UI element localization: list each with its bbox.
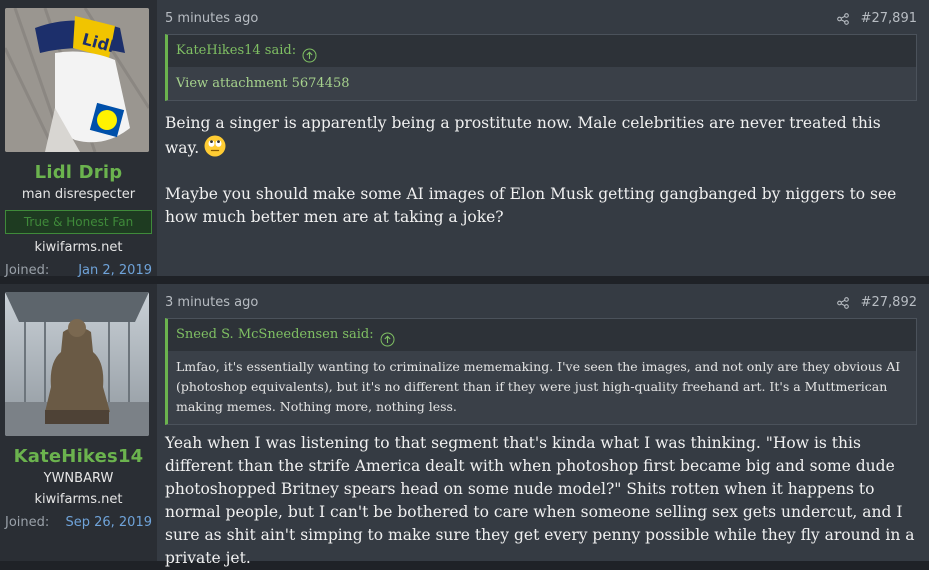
post-number[interactable]: #27,891	[861, 11, 917, 26]
post: Lidl Lidl Drip man disrespecter True & H…	[0, 0, 929, 278]
message-body: Yeah when I was listening to that segmen…	[165, 434, 915, 567]
quote-author[interactable]: Sneed S. McSneedensen said:	[176, 319, 374, 351]
message-paragraph: Maybe you should make some AI images of …	[165, 185, 897, 226]
quote-up-arrow-icon[interactable]	[302, 44, 317, 62]
user-sidebar: Lidl Lidl Drip man disrespecter True & H…	[0, 0, 157, 278]
user-title: YWNBARW	[43, 471, 114, 486]
joined-label: Joined:	[5, 515, 50, 530]
post-content: 5 minutes ago #27,891 KateHikes14 said: …	[157, 0, 929, 276]
quote-text: Lmfao, it's essentially wanting to crimi…	[168, 351, 916, 424]
quote-block: KateHikes14 said: View attachment 567445…	[165, 34, 917, 101]
joined-label: Joined:	[5, 263, 50, 278]
post: KateHikes14 YWNBARW kiwifarms.net Joined…	[0, 284, 929, 567]
quote-up-arrow-icon[interactable]	[380, 328, 395, 346]
avatar[interactable]: Lidl	[5, 8, 149, 152]
post-meta: 3 minutes ago #27,892	[165, 295, 917, 311]
quote-header[interactable]: Sneed S. McSneedensen said:	[168, 319, 916, 351]
avatar[interactable]	[5, 292, 149, 436]
quote-author[interactable]: KateHikes14 said:	[176, 35, 296, 67]
post-number[interactable]: #27,892	[861, 295, 917, 310]
attachment-link[interactable]: View attachment 5674458	[168, 67, 916, 100]
username[interactable]: KateHikes14	[5, 446, 152, 467]
quote-header[interactable]: KateHikes14 said:	[168, 35, 916, 67]
joined-date: Jan 2, 2019	[78, 263, 152, 278]
user-banner: True & Honest Fan	[5, 210, 152, 234]
user-site: kiwifarms.net	[34, 240, 123, 255]
post-time[interactable]: 5 minutes ago	[165, 11, 258, 26]
message-body: Being a singer is apparently being a pro…	[165, 112, 917, 229]
joined-row: Joined: Jan 2, 2019	[5, 263, 152, 278]
share-icon[interactable]	[836, 296, 849, 309]
post-content: 3 minutes ago #27,892 Sneed S. McSneeden…	[157, 284, 929, 567]
rolling-eyes-emoji	[204, 135, 226, 157]
message-paragraph: Being a singer is apparently being a pro…	[165, 112, 917, 160]
share-icon[interactable]	[836, 12, 849, 25]
message-text: Being a singer is apparently being a pro…	[165, 114, 881, 157]
username[interactable]: Lidl Drip	[5, 162, 152, 183]
joined-row: Joined: Sep 26, 2019	[5, 515, 152, 530]
post-meta: 5 minutes ago #27,891	[165, 11, 917, 27]
user-sidebar: KateHikes14 YWNBARW kiwifarms.net Joined…	[0, 284, 157, 561]
user-site: kiwifarms.net	[34, 492, 123, 507]
post-time[interactable]: 3 minutes ago	[165, 295, 258, 310]
joined-date: Sep 26, 2019	[65, 515, 152, 530]
quote-block: Sneed S. McSneedensen said: Lmfao, it's …	[165, 318, 917, 425]
user-title: man disrespecter	[21, 187, 136, 202]
